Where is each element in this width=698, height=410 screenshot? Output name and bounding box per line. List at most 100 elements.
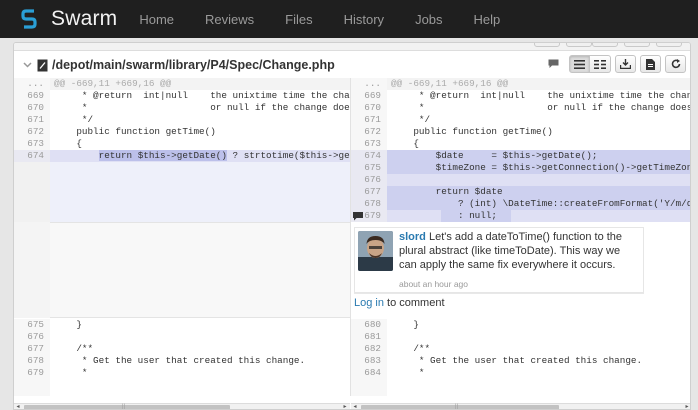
nav-home[interactable]: Home	[139, 12, 174, 27]
line-number[interactable]: 677	[14, 343, 50, 355]
line-number[interactable]: 676	[351, 174, 387, 186]
avatar[interactable]	[358, 231, 393, 271]
scrollbar-grip: ||	[455, 404, 459, 410]
line-number[interactable]: 680	[351, 319, 387, 331]
line-number[interactable]: 678	[14, 355, 50, 367]
code-line: }	[54, 319, 82, 330]
code-line: * or null if the change does not	[54, 102, 350, 113]
diff-mode-group	[569, 55, 611, 73]
nav-help[interactable]: Help	[474, 12, 501, 27]
removed-code-line: return $this->getDate() ? strtotime($thi…	[54, 150, 350, 162]
line-number[interactable]: 676	[14, 331, 50, 343]
brand-name[interactable]: Swarm	[51, 7, 117, 31]
right-horizontal-scrollbar[interactable]: ◂ || ▸	[351, 403, 690, 410]
side-by-side-icon[interactable]	[590, 55, 611, 73]
code-line: * @return int|null the unixtime time the…	[81, 90, 350, 101]
scroll-left-icon[interactable]: ◂	[351, 404, 359, 409]
previous-file-toolbar	[14, 43, 690, 51]
line-number[interactable]: ...	[14, 78, 50, 90]
line-number[interactable]: 670	[14, 102, 50, 114]
line-number[interactable]: 683	[351, 355, 387, 367]
code-line: */	[54, 114, 94, 125]
code-line: */	[391, 114, 431, 125]
chevron-down-icon[interactable]	[23, 60, 33, 70]
scroll-right-icon[interactable]: ▸	[683, 404, 690, 409]
code-line: * Get the user that created this change.	[391, 355, 643, 366]
comment-login-row: Log in to comment	[354, 293, 644, 312]
comment-icon[interactable]	[545, 55, 561, 73]
comment-filler	[50, 222, 350, 318]
changed-text-highlight: return $this->getDate()	[98, 150, 227, 161]
line-number[interactable]: 673	[351, 138, 387, 150]
peek-button[interactable]	[566, 43, 592, 47]
line-number[interactable]: ...	[351, 78, 387, 90]
swarm-logo-icon[interactable]	[14, 0, 44, 38]
peek-button[interactable]	[656, 43, 682, 47]
code-line: }	[391, 319, 419, 330]
inline-diff-icon[interactable]	[569, 55, 590, 73]
diff-view: ... @@ -669,11 +669,16 @@ 669 * @return …	[14, 78, 691, 396]
line-number[interactable]: 672	[14, 126, 50, 138]
file-toolbar	[545, 55, 686, 73]
line-number[interactable]: 671	[351, 114, 387, 126]
nav-history[interactable]: History	[344, 12, 384, 27]
line-number[interactable]: 670	[351, 102, 387, 114]
code-line: public function getTime()	[391, 126, 553, 137]
comment-message: Let's add a dateToTime() function to the…	[399, 231, 623, 271]
line-number[interactable]: 677	[351, 186, 387, 198]
scroll-left-icon[interactable]: ◂	[14, 404, 22, 409]
code-line: {	[54, 138, 82, 149]
refresh-icon[interactable]	[665, 55, 686, 73]
nav-files[interactable]: Files	[285, 12, 312, 27]
gutter-filler	[351, 379, 387, 396]
code-line: *	[54, 367, 88, 378]
code-line: * or null if the change does not	[391, 102, 691, 113]
line-number[interactable]: 671	[14, 114, 50, 126]
diff-filler	[50, 162, 350, 222]
file-path[interactable]: /depot/main/swarm/library/P4/Spec/Change…	[52, 58, 335, 72]
line-number[interactable]: 678	[351, 198, 387, 210]
comment-thread: slord Let's add a dateToTime() function …	[350, 222, 690, 318]
line-number[interactable]: 674	[351, 150, 387, 162]
nav-jobs[interactable]: Jobs	[415, 12, 442, 27]
added-code-line: return $date	[391, 186, 503, 197]
comment-pin-icon[interactable]	[353, 212, 363, 221]
left-horizontal-scrollbar[interactable]: ◂ || ▸	[14, 403, 350, 409]
comment-body: slord Let's add a dateToTime() function …	[399, 230, 637, 272]
file-header: /depot/main/swarm/library/P4/Spec/Change…	[14, 53, 690, 77]
nav-reviews[interactable]: Reviews	[205, 12, 254, 27]
line-number[interactable]: 675	[351, 162, 387, 174]
file-icon[interactable]	[640, 55, 661, 73]
file-diff-panel: /depot/main/swarm/library/P4/Spec/Change…	[13, 42, 691, 410]
code-text: ? strtotime($this->getDate	[232, 150, 350, 161]
line-number[interactable]: 679	[14, 367, 50, 379]
peek-button[interactable]	[534, 43, 560, 47]
diff-left-side: ... @@ -669,11 +669,16 @@ 669 * @return …	[14, 78, 350, 396]
added-code-line: ? (int) \DateTime::createFromFormat('Y/m…	[391, 198, 691, 209]
code-line: /**	[54, 343, 94, 354]
login-link[interactable]: Log in	[354, 297, 384, 309]
line-number[interactable]: 674	[14, 150, 50, 162]
scroll-right-icon[interactable]: ▸	[341, 404, 349, 409]
line-number[interactable]: 672	[351, 126, 387, 138]
login-suffix: to comment	[383, 297, 445, 309]
code-line: * @return int|null the unixtime time the…	[418, 90, 690, 101]
line-number[interactable]: 669	[351, 90, 387, 102]
gutter-filler	[14, 222, 50, 318]
comment-author[interactable]: slord	[399, 231, 426, 243]
line-number[interactable]: 684	[351, 367, 387, 379]
peek-button[interactable]	[592, 43, 618, 47]
peek-button[interactable]	[624, 43, 650, 47]
code-line: {	[391, 138, 419, 149]
line-number[interactable]: 681	[351, 331, 387, 343]
line-number[interactable]: 675	[14, 319, 50, 331]
line-number[interactable]: 673	[14, 138, 50, 150]
line-number[interactable]: 669	[14, 90, 50, 102]
line-number[interactable]: 682	[351, 343, 387, 355]
code-line: public function getTime()	[54, 126, 216, 137]
code-line: *	[391, 367, 425, 378]
scrollbar-thumb[interactable]	[361, 405, 559, 409]
scrollbar-thumb[interactable]	[24, 405, 230, 409]
code-line: * Get the user that created this change.	[54, 355, 306, 366]
download-icon[interactable]	[615, 55, 636, 73]
